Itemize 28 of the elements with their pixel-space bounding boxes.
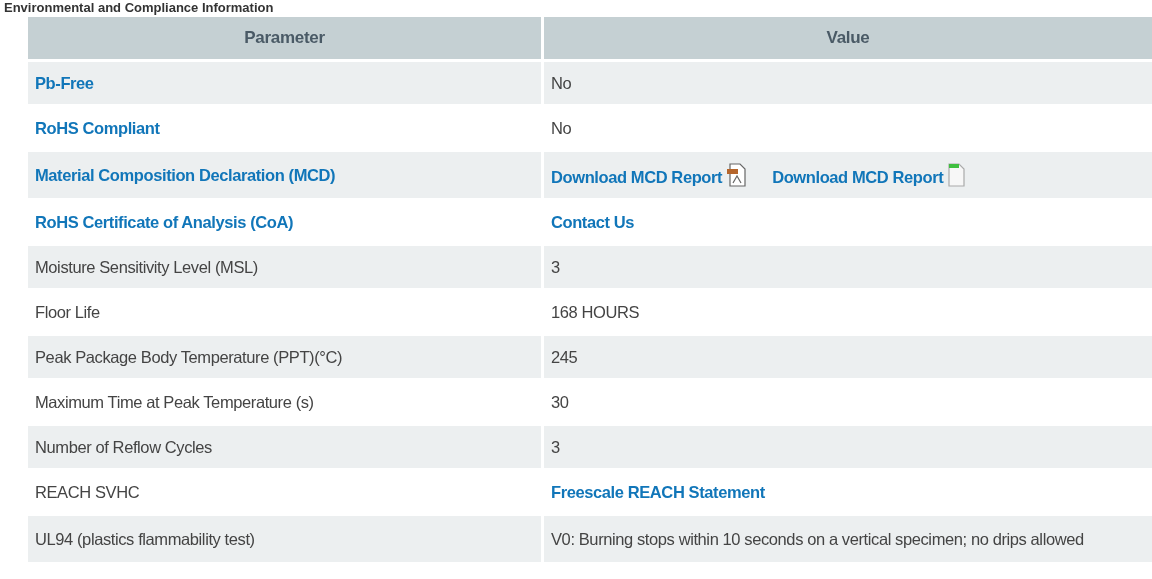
value-text: V0: Burning stops within 10 seconds on a vertical specimen; no drips allowed [551,529,1084,549]
value-link[interactable]: Contact Us [551,212,635,232]
document-icon [947,163,966,187]
parameter-link[interactable]: Material Composition Declaration (MCD) [35,165,336,185]
parameter-text: REACH SVHC [35,482,140,502]
value-text: 3 [551,257,560,277]
parameter-text: Moisture Sensitivity Level (MSL) [35,257,258,277]
parameter-text: Maximum Time at Peak Temperature (s) [35,392,314,412]
value-text: 3 [551,437,560,457]
parameter-text: Number of Reflow Cycles [35,437,212,457]
value-text: 168 HOURS [551,302,640,322]
column-header: Value [544,17,1152,59]
column-header: Parameter [28,17,541,59]
value-text: No [551,118,572,138]
parameter-link[interactable]: RoHS Certificate of Analysis (CoA) [35,212,294,232]
value-text: 30 [551,392,569,412]
pdf-file-icon [726,163,747,187]
parameter-link[interactable]: Pb-Free [35,73,94,93]
parameter-text: Peak Package Body Temperature (PPT)(°C) [35,347,343,367]
download-link[interactable]: Download MCD Report [551,163,747,187]
value-text: No [551,73,572,93]
download-link[interactable]: Download MCD Report [772,163,966,187]
parameter-link[interactable]: RoHS Compliant [35,118,160,138]
section-title: Environmental and Compliance Information [3,0,275,15]
value-text: 245 [551,347,578,367]
value-link[interactable]: Freescale REACH Statement [551,482,765,502]
parameter-text: UL94 (plastics flammability test) [35,529,255,549]
parameter-text: Floor Life [35,302,100,322]
